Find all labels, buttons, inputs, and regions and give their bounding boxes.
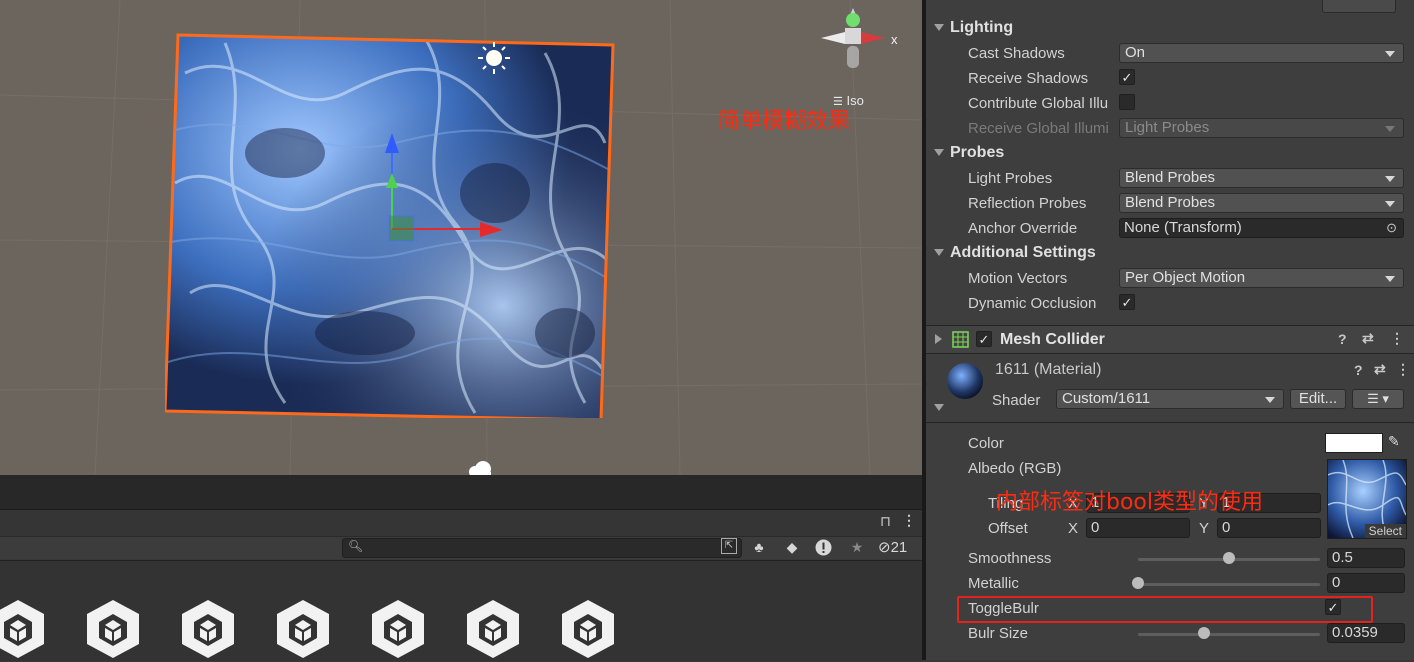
project-panel-header: ⊓ ⋮ bbox=[0, 510, 922, 537]
light-probes-row: Light Probes Blend Probes bbox=[926, 166, 1414, 191]
filter-by-label-icon[interactable]: ◆ bbox=[781, 537, 803, 557]
edit-shader-button[interactable]: Edit... bbox=[1290, 389, 1346, 409]
material-help-icon[interactable]: ? bbox=[1354, 362, 1363, 378]
anchor-override-row: Anchor Override None (Transform) ⊙ bbox=[926, 216, 1414, 241]
scene-view[interactable]: x ☰ Iso 简单模糊效果 bbox=[0, 0, 922, 475]
shader-options-button[interactable]: ☰ ▾ bbox=[1352, 389, 1404, 409]
metallic-slider-knob[interactable] bbox=[1132, 577, 1144, 589]
offset-row: Offset X 0 Y 0 bbox=[926, 516, 1414, 541]
smoothness-row: Smoothness 0.5 bbox=[926, 546, 1414, 571]
foldout-arrow-icon bbox=[934, 24, 944, 31]
dropdown-arrow-icon bbox=[1265, 397, 1275, 403]
bulr-size-field[interactable]: 0.0359 bbox=[1327, 623, 1405, 643]
dropdown-arrow-icon bbox=[1385, 176, 1395, 182]
lighting-section-header[interactable]: Lighting bbox=[926, 16, 1414, 41]
unity-logo-icon[interactable] bbox=[0, 598, 48, 658]
foldout-arrow-icon bbox=[934, 149, 944, 156]
highlight-box bbox=[957, 596, 1373, 623]
material-preview-icon[interactable] bbox=[946, 362, 984, 400]
color-row: Color ✎ bbox=[968, 433, 1400, 453]
cast-shadows-row: Cast Shadows On bbox=[926, 41, 1414, 66]
inspector-panel: Lighting Cast Shadows On Receive Shadows… bbox=[926, 0, 1414, 660]
unity-logo-icon[interactable] bbox=[83, 598, 143, 658]
metallic-slider[interactable] bbox=[1138, 583, 1320, 586]
more-options-icon[interactable]: ⋮ bbox=[902, 512, 916, 529]
metallic-row: Metallic 0 bbox=[926, 571, 1414, 596]
smoothness-field[interactable]: 0.5 bbox=[1327, 548, 1405, 568]
object-picker-icon[interactable]: ⊙ bbox=[1386, 219, 1397, 237]
receive-shadows-row: Receive Shadows ✓ bbox=[926, 66, 1414, 91]
search-icon: 🔍︎ bbox=[348, 539, 364, 553]
bulr-size-slider[interactable] bbox=[1138, 633, 1320, 636]
material-header: 1611 (Material) ? ⇄ ⋮ Shader Custom/1611… bbox=[926, 354, 1414, 422]
annotation-top: 简单模糊效果 bbox=[718, 109, 851, 134]
dropdown-arrow-icon bbox=[1385, 276, 1395, 282]
reflection-probes-row: Reflection Probes Blend Probes bbox=[926, 191, 1414, 216]
list-icon: ☰ ▾ bbox=[1367, 391, 1389, 406]
contribute-gi-row: Contribute Global Illu bbox=[926, 91, 1414, 116]
cast-shadows-dropdown[interactable]: On bbox=[1119, 43, 1404, 63]
dynamic-occlusion-row: Dynamic Occlusion ✓ bbox=[926, 291, 1414, 316]
eyedropper-icon[interactable]: ✎ bbox=[1388, 433, 1400, 450]
dropdown-arrow-icon bbox=[1385, 201, 1395, 207]
warning-icon[interactable] bbox=[812, 537, 834, 557]
smoothness-slider-knob[interactable] bbox=[1223, 552, 1235, 564]
hidden-packages-toggle[interactable]: ⊘21 bbox=[878, 538, 907, 556]
probes-section-header[interactable]: Probes bbox=[926, 141, 1414, 166]
search-options-icon[interactable]: ⇱ bbox=[721, 538, 737, 554]
receive-gi-row: Receive Global Illumi Light Probes bbox=[926, 116, 1414, 141]
reflection-probes-dropdown[interactable]: Blend Probes bbox=[1119, 193, 1404, 213]
mesh-collider-enabled-checkbox[interactable]: ✓ bbox=[976, 331, 992, 347]
unity-logo-icon[interactable] bbox=[178, 598, 238, 658]
component-menu-icon[interactable]: ⋮ bbox=[1390, 330, 1404, 347]
light-probes-dropdown[interactable]: Blend Probes bbox=[1119, 168, 1404, 188]
anchor-override-field[interactable]: None (Transform) ⊙ bbox=[1119, 218, 1404, 238]
foldout-arrow-icon bbox=[934, 249, 944, 256]
textured-plane[interactable] bbox=[165, 33, 615, 418]
dropdown-arrow-icon bbox=[1385, 126, 1395, 132]
gizmo-axis-label: x bbox=[891, 32, 898, 47]
offset-x-field[interactable]: 0 bbox=[1086, 518, 1190, 538]
unity-logo-icon[interactable] bbox=[463, 598, 523, 658]
mesh-collider-icon bbox=[952, 331, 969, 348]
asset-row bbox=[0, 598, 922, 660]
dynamic-occlusion-checkbox[interactable]: ✓ bbox=[1119, 294, 1135, 310]
favorite-star-icon[interactable]: ★ bbox=[846, 537, 868, 557]
material-foldout-icon[interactable] bbox=[934, 404, 944, 411]
lock-icon[interactable]: ⊓ bbox=[880, 513, 891, 530]
help-icon[interactable]: ? bbox=[1338, 331, 1347, 347]
bulr-size-row: Bulr Size 0.0359 bbox=[926, 621, 1414, 646]
bulr-size-slider-knob[interactable] bbox=[1197, 627, 1210, 639]
cloud-icon bbox=[466, 460, 494, 475]
unity-logo-icon[interactable] bbox=[368, 598, 428, 658]
material-presets-icon[interactable]: ⇄ bbox=[1374, 361, 1386, 378]
receive-gi-dropdown: Light Probes bbox=[1119, 118, 1404, 138]
shader-dropdown[interactable]: Custom/1611 bbox=[1056, 389, 1284, 409]
filter-by-type-icon[interactable]: ♣ bbox=[748, 537, 770, 557]
scene-footer-strip bbox=[0, 475, 922, 510]
motion-vectors-dropdown[interactable]: Per Object Motion bbox=[1119, 268, 1404, 288]
project-search-input[interactable]: 🔍︎ ⇱ bbox=[342, 538, 742, 558]
color-swatch[interactable] bbox=[1325, 433, 1383, 453]
dropdown-arrow-icon bbox=[1385, 51, 1395, 57]
metallic-field[interactable]: 0 bbox=[1327, 573, 1405, 593]
additional-settings-header[interactable]: Additional Settings bbox=[926, 241, 1414, 266]
unity-logo-icon[interactable] bbox=[273, 598, 333, 658]
eye-slash-icon: ⊘ bbox=[878, 539, 891, 556]
presets-icon[interactable]: ⇄ bbox=[1362, 330, 1374, 347]
add-button[interactable] bbox=[1322, 0, 1396, 13]
annotation-bottom: 内部标签对bool类型的使用 bbox=[996, 490, 1263, 515]
receive-shadows-checkbox[interactable]: ✓ bbox=[1119, 69, 1135, 85]
foldout-collapsed-icon bbox=[935, 334, 942, 344]
motion-vectors-row: Motion Vectors Per Object Motion bbox=[926, 266, 1414, 291]
mesh-collider-header[interactable]: ✓ Mesh Collider ? ⇄ ⋮ bbox=[926, 326, 1414, 353]
contribute-gi-checkbox[interactable] bbox=[1119, 94, 1135, 110]
unity-logo-icon[interactable] bbox=[558, 598, 618, 658]
offset-y-field[interactable]: 0 bbox=[1217, 518, 1321, 538]
material-menu-icon[interactable]: ⋮ bbox=[1396, 361, 1410, 378]
orientation-gizmo[interactable]: x bbox=[815, 0, 905, 75]
